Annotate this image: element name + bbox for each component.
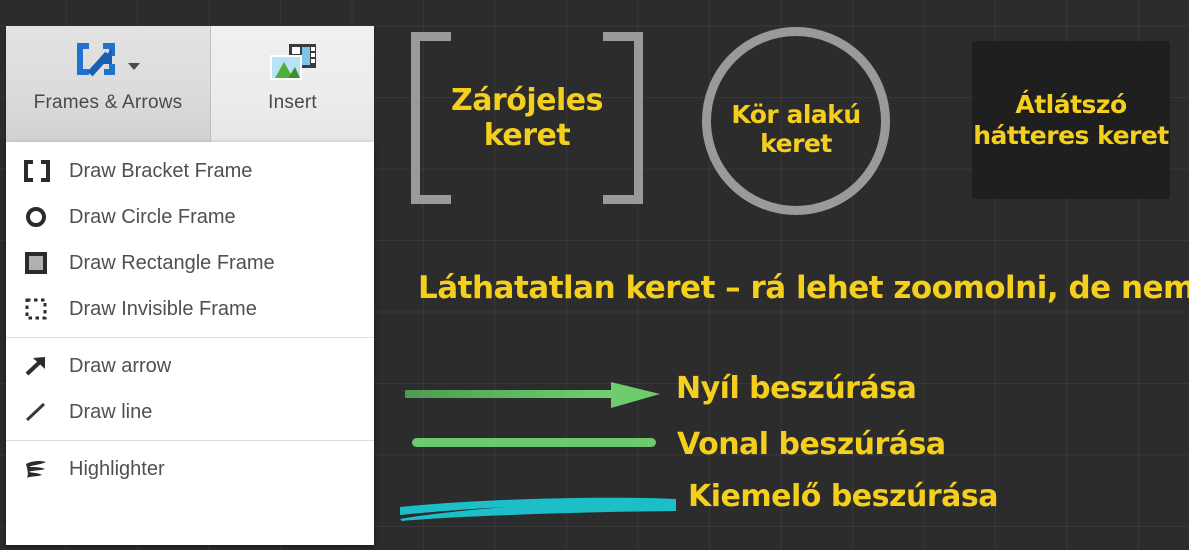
transparent-frame-label-line2: hátteres keret <box>973 121 1169 150</box>
transparent-frame-label-line1: Átlátszó <box>1015 89 1127 119</box>
menu-item-draw-arrow[interactable]: Draw arrow <box>6 343 374 389</box>
highlighter-icon <box>23 455 57 483</box>
chevron-down-icon[interactable] <box>128 62 140 70</box>
bracket-frame-icon <box>23 157 57 185</box>
green-line-shape[interactable] <box>412 438 656 447</box>
tab-frames-and-arrows-label: Frames & Arrows <box>33 92 183 113</box>
menu-separator <box>6 337 374 338</box>
highlighter-svg <box>400 497 676 521</box>
frames-and-arrows-icon <box>76 42 120 87</box>
tab-insert[interactable]: Insert <box>211 26 374 142</box>
menu-item-label: Draw line <box>69 400 153 423</box>
line-icon <box>23 398 57 426</box>
menu-separator <box>6 440 374 441</box>
menu-item-label: Highlighter <box>69 457 165 480</box>
invisible-frame-label: Láthatatlan keret – rá lehet zoomolni, d… <box>418 270 1189 306</box>
insert-image-icon <box>267 41 319 88</box>
bracket-frame-label: Zárójeles keret <box>450 83 604 153</box>
menu-item-draw-line[interactable]: Draw line <box>6 389 374 435</box>
circle-frame-icon <box>23 203 57 231</box>
frames-and-arrows-iconrow <box>76 38 140 90</box>
frames-and-arrows-dropdown-menu: Draw Bracket Frame Draw Circle Frame Dra… <box>6 142 374 545</box>
menu-item-highlighter[interactable]: Highlighter <box>6 446 374 492</box>
screenshot-root: Zárójeles keret Kör alakú keret Átlátszó… <box>0 0 1189 550</box>
highlighter-stroke-shape[interactable] <box>398 485 678 521</box>
bracket-frame-shape[interactable]: Zárójeles keret <box>411 32 643 204</box>
tab-frames-and-arrows[interactable]: Frames & Arrows <box>6 26 211 142</box>
menu-item-draw-bracket-frame[interactable]: Draw Bracket Frame <box>6 148 374 194</box>
menu-item-label: Draw arrow <box>69 354 172 377</box>
insert-iconrow <box>267 38 319 90</box>
line-insert-label: Vonal beszúrása <box>677 427 946 462</box>
tab-insert-label: Insert <box>268 92 317 113</box>
transparent-frame-label: Átlátszó hátteres keret <box>972 89 1170 152</box>
highlighter-insert-label: Kiemelő beszúrása <box>688 479 998 514</box>
invisible-frame-icon <box>23 295 57 323</box>
circle-frame-label: Kör alakú keret <box>731 100 861 158</box>
transparent-frame-shape[interactable]: Átlátszó hátteres keret <box>972 41 1170 199</box>
rectangle-frame-icon <box>23 249 57 277</box>
menu-item-draw-rectangle-frame[interactable]: Draw Rectangle Frame <box>6 240 374 286</box>
toolbar: Frames & Arrows Insert <box>6 26 374 142</box>
green-arrow-shape[interactable] <box>405 378 660 410</box>
menu-item-label: Draw Rectangle Frame <box>69 251 275 274</box>
menu-item-draw-circle-frame[interactable]: Draw Circle Frame <box>6 194 374 240</box>
menu-item-label: Draw Circle Frame <box>69 205 236 228</box>
arrow-insert-label: Nyíl beszúrása <box>676 371 917 406</box>
arrow-svg <box>405 382 660 408</box>
menu-item-label: Draw Bracket Frame <box>69 159 253 182</box>
arrow-icon <box>23 352 57 380</box>
menu-item-draw-invisible-frame[interactable]: Draw Invisible Frame <box>6 286 374 332</box>
menu-item-label: Draw Invisible Frame <box>69 297 257 320</box>
